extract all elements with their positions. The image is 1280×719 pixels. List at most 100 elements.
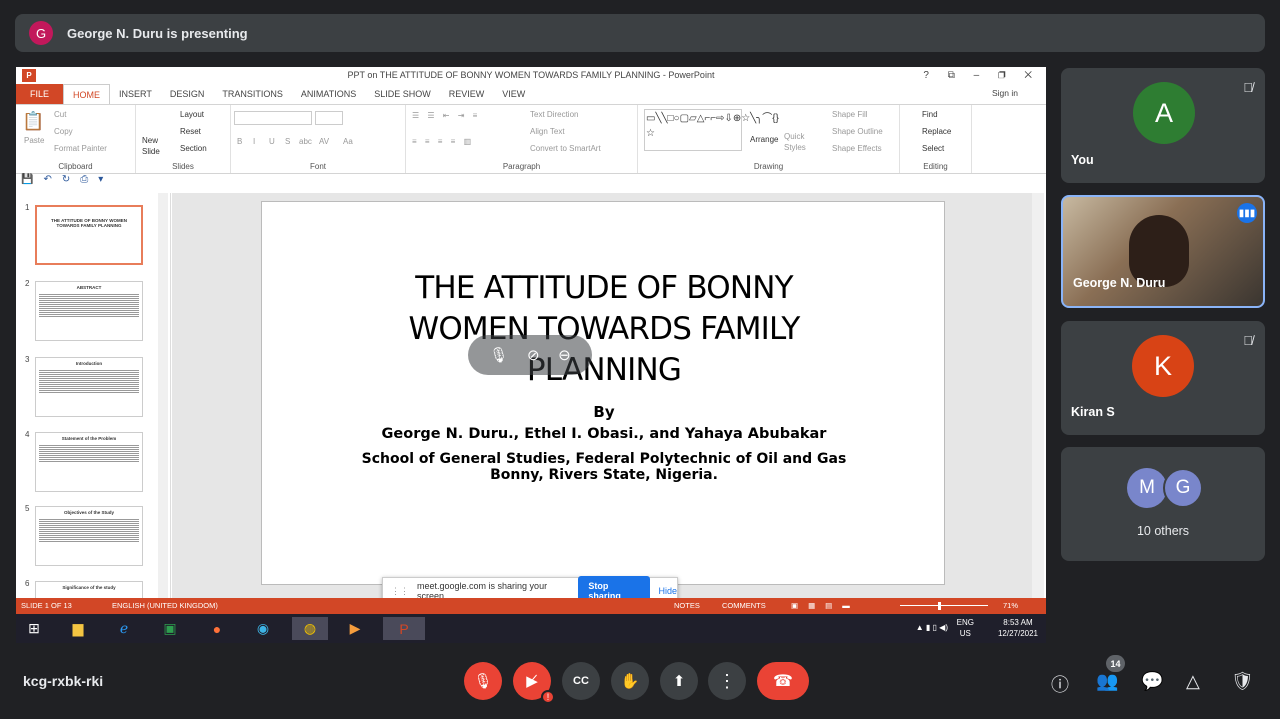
meeting-details-icon[interactable]: ⓘ [1051, 671, 1069, 697]
quick-styles-button[interactable]: Quick Styles [784, 131, 814, 153]
activities-icon[interactable]: △ [1186, 671, 1200, 692]
mic-off-icon[interactable]: 🎙 [489, 346, 508, 364]
text-direction-button[interactable]: Text Direction [530, 110, 578, 119]
tab-design[interactable]: DESIGN [161, 84, 214, 104]
participant-tile-you[interactable]: A 🎙̸ You [1061, 68, 1265, 183]
font-name-box[interactable] [234, 111, 312, 125]
present-button[interactable]: ⬆ [660, 662, 698, 700]
section-button[interactable]: Section [180, 144, 207, 153]
more-options-button[interactable]: ⋮ [708, 662, 746, 700]
language-status[interactable]: ENGLISH (UNITED KINGDOM) [112, 598, 218, 614]
participant-tile-george[interactable]: ▮▮▮ George N. Duru [1061, 195, 1265, 308]
windows-start-icon[interactable]: ⊞ [21, 617, 47, 640]
window-controls[interactable]: ? ⧉ – ❐ ✕ [923, 67, 1040, 84]
find-button[interactable]: Find [922, 110, 938, 119]
raise-hand-button[interactable]: ✋ [611, 662, 649, 700]
zoom-slider-thumb[interactable] [938, 602, 942, 610]
title-line: THE ATTITUDE OF BONNY [415, 270, 793, 306]
shape-fill-button[interactable]: Shape Fill [832, 110, 868, 119]
tab-home[interactable]: HOME [63, 84, 111, 104]
layout-button[interactable]: Layout [180, 110, 204, 119]
internet-explorer-icon[interactable]: ℯ [111, 617, 137, 640]
shape-effects-button[interactable]: Shape Effects [832, 144, 882, 153]
tile-hover-controls: 🎙 ⊘ ⊖ [468, 335, 592, 375]
zoom-level[interactable]: 71% [1003, 598, 1018, 614]
slide-scrollbar[interactable] [1032, 193, 1044, 598]
font-size-box[interactable] [315, 111, 343, 125]
clock[interactable]: 8:53 AM 12/27/2021 [998, 617, 1038, 639]
hide-button[interactable]: Hide [658, 586, 677, 596]
replace-button[interactable]: Replace [922, 127, 951, 136]
tab-review[interactable]: REVIEW [440, 84, 494, 104]
participant-tile-kiran[interactable]: K 🎙̸ Kiran S [1061, 321, 1265, 435]
italic-button[interactable]: I [253, 137, 255, 146]
media-player-icon[interactable]: ▶ [342, 617, 368, 640]
slide-thumbnail-5[interactable]: Objectives of the Study [35, 506, 143, 566]
powerpoint-taskbar-icon[interactable]: P [383, 617, 425, 640]
slide-title: THE ATTITUDE OF BONNY WOMEN TOWARDS FAMI… [262, 268, 946, 391]
select-button[interactable]: Select [922, 144, 944, 153]
chat-icon[interactable]: 💬 [1141, 671, 1163, 692]
mic-toggle-button[interactable]: 🎙 [464, 662, 502, 700]
present-screen-icon: ⬆ [672, 673, 686, 690]
tab-insert[interactable]: INSERT [110, 84, 161, 104]
format-painter-button[interactable]: Format Painter [54, 144, 107, 153]
camera-toggle-button[interactable]: ▶̸! [513, 662, 555, 704]
list-buttons[interactable]: ☰ ☰ ⇤ ⇥ ≡ [412, 111, 480, 120]
reset-button[interactable]: Reset [180, 127, 201, 136]
strike-button[interactable]: S [285, 137, 290, 146]
slide-thumbnail-3[interactable]: Introduction [35, 357, 143, 417]
cut-button[interactable]: Cut [54, 110, 66, 119]
edge-icon[interactable]: ◉ [250, 617, 276, 640]
people-icon[interactable]: 👥 [1096, 671, 1118, 692]
copy-button[interactable]: Copy [54, 127, 73, 136]
tray-icons[interactable]: ▲ ▮ ▯ ◀) [916, 622, 948, 633]
bold-button[interactable]: B [237, 137, 242, 146]
align-buttons[interactable]: ≡ ≡ ≡ ≡ ▥ [412, 137, 474, 146]
arrange-button[interactable]: Arrange [750, 135, 778, 144]
font-group: B I U S abc AV Aa Font [231, 105, 406, 173]
underline-button[interactable]: U [269, 137, 275, 146]
tab-slide-show[interactable]: SLIDE SHOW [365, 84, 440, 104]
notes-button[interactable]: NOTES [674, 598, 700, 614]
align-text-button[interactable]: Align Text [530, 127, 565, 136]
new-slide-button[interactable]: New Slide [142, 135, 172, 157]
tab-view[interactable]: VIEW [493, 84, 534, 104]
zoom-slider[interactable] [900, 605, 988, 606]
participant-name: You [1071, 153, 1094, 167]
camera-off-icon[interactable]: ⊘ [527, 346, 540, 364]
store-icon[interactable]: ▣ [157, 617, 183, 640]
thumb-number: 4 [25, 430, 30, 439]
tab-file[interactable]: FILE [16, 84, 64, 104]
char-spacing-button[interactable]: AV [319, 137, 329, 146]
participant-tile-others[interactable]: M G 10 others [1061, 447, 1265, 561]
slide-thumbnail-4[interactable]: Statement of the Problem [35, 432, 143, 492]
leave-call-button[interactable]: ☎ [757, 662, 809, 700]
host-controls-icon[interactable]: 🛡 [1231, 671, 1254, 692]
language-indicator[interactable]: ENG US [957, 617, 974, 639]
slide-thumbnail-6[interactable]: Significance of the study [35, 581, 143, 598]
change-case-button[interactable]: Aa [343, 137, 353, 146]
chrome-icon[interactable]: ◍ [292, 617, 328, 640]
view-buttons[interactable]: ▣▦▤▬ [791, 598, 860, 614]
firefox-icon[interactable]: ● [204, 617, 230, 640]
drag-handle-icon[interactable]: ⋮⋮ [391, 586, 409, 597]
file-explorer-icon[interactable]: ▆ [65, 617, 91, 640]
convert-smartart-button[interactable]: Convert to SmartArt [530, 144, 601, 153]
comments-button[interactable]: COMMENTS [722, 598, 766, 614]
tab-animations[interactable]: ANIMATIONS [292, 84, 365, 104]
strikethrough-button[interactable]: abc [299, 137, 312, 146]
slide-canvas[interactable]: THE ATTITUDE OF BONNY WOMEN TOWARDS FAMI… [261, 201, 945, 585]
shapes-gallery[interactable]: ▭╲╲□○▢▱△⌐⌐⇨⇩⊕☆╲╮⌒{}☆ [644, 109, 779, 151]
slide-thumbnail-2[interactable]: ABSTRACT [35, 281, 143, 341]
mic-off-icon: 🎙̸ [1243, 333, 1253, 348]
slide-thumbnail-1[interactable]: THE ATTITUDE OF BONNY WOMEN TOWARDS FAMI… [35, 205, 143, 265]
captions-button[interactable]: CC [562, 662, 600, 700]
minimize-icon[interactable]: ⊖ [558, 346, 571, 364]
sign-in-link[interactable]: Sign in [992, 88, 1018, 98]
thumbnail-scrollbar[interactable] [158, 193, 168, 598]
paste-button[interactable]: Paste [24, 136, 44, 145]
quick-access-toolbar[interactable]: 💾↶↻⎙▾ [16, 174, 1046, 192]
tab-transitions[interactable]: TRANSITIONS [213, 84, 292, 104]
shape-outline-button[interactable]: Shape Outline [832, 127, 883, 136]
